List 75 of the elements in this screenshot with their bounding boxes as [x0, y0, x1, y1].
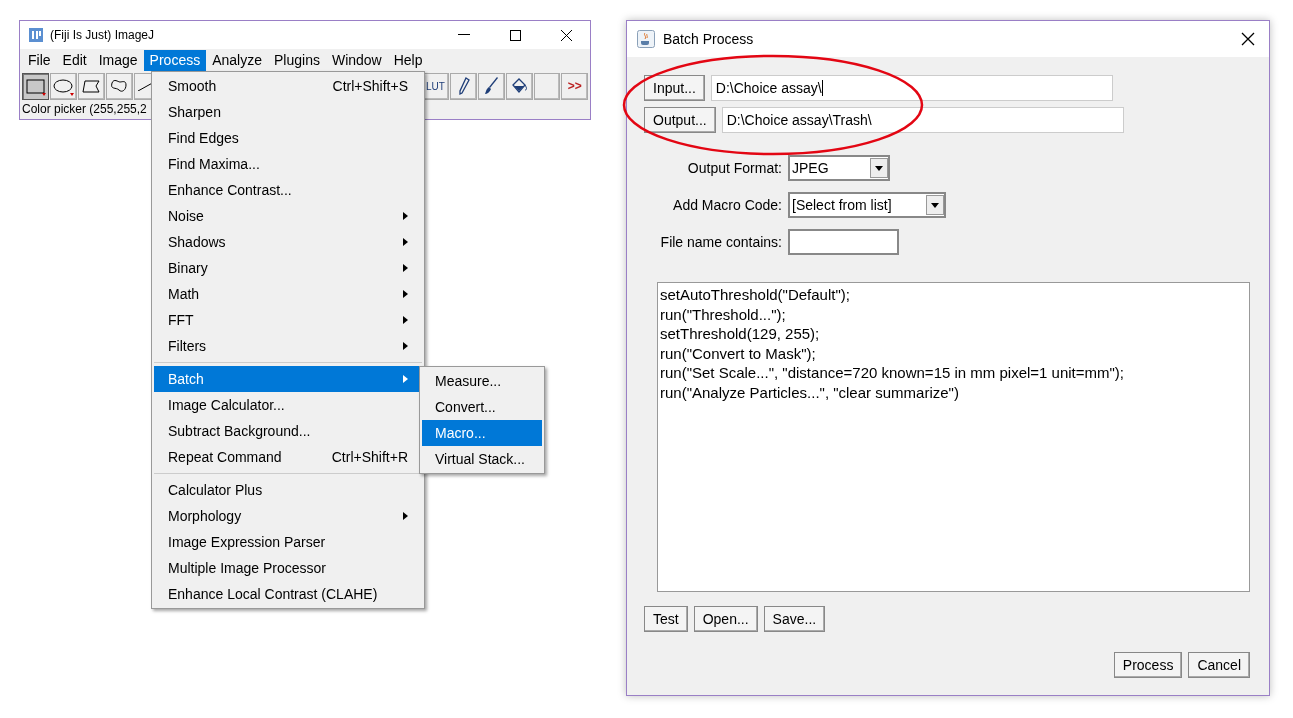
freehand-tool-button[interactable]	[106, 72, 133, 100]
menu-item[interactable]: Image Expression Parser	[154, 529, 422, 555]
submenu-arrow-icon	[403, 316, 408, 324]
menu-bar-item[interactable]: Edit	[56, 49, 93, 71]
output-path-field[interactable]: D:\Choice assay\Trash\	[721, 107, 1124, 133]
output-button[interactable]: Output...	[644, 107, 716, 133]
menu-item[interactable]: Smooth Ctrl+Shift+S	[154, 73, 422, 99]
close-icon[interactable]	[561, 29, 572, 41]
file-name-filter-label: File name contains:	[659, 232, 782, 252]
menu-item[interactable]: Macro...	[422, 420, 542, 446]
menu-item[interactable]: Filters	[154, 333, 422, 359]
minimize-icon[interactable]	[458, 34, 470, 36]
cancel-button[interactable]: Cancel	[1188, 652, 1250, 678]
menu-bar-item[interactable]: Analyze	[206, 49, 268, 71]
brush-tool-button[interactable]	[477, 72, 505, 100]
menu-item[interactable]: Enhance Contrast...	[154, 177, 422, 203]
close-icon[interactable]	[1241, 32, 1255, 46]
app-logo-icon	[28, 27, 44, 43]
submenu-arrow-icon	[403, 264, 408, 272]
menu-bar-item[interactable]: Plugins	[268, 49, 326, 71]
menu-bar-item[interactable]: File	[22, 49, 57, 71]
save-button[interactable]: Save...	[763, 606, 826, 632]
macro-code-label: Add Macro Code:	[672, 195, 782, 215]
input-path-field[interactable]: D:\Choice assay\	[710, 75, 1113, 101]
menu-item[interactable]: Repeat Command Ctrl+Shift+R	[154, 444, 422, 470]
menu-item[interactable]: Convert...	[422, 394, 542, 420]
menu-bar-item[interactable]: Image	[92, 49, 144, 71]
menu-item[interactable]: Find Edges	[154, 125, 422, 151]
macro-code-dropdown[interactable]: [Select from list]	[788, 192, 946, 218]
shortcut-text: Ctrl+Shift+S	[332, 76, 408, 96]
menu-item[interactable]: Calculator Plus	[154, 477, 422, 503]
menu-item[interactable]: Image Calculator...	[154, 392, 422, 418]
test-button[interactable]: Test	[644, 606, 688, 632]
menu-item[interactable]: Virtual Stack...	[422, 446, 542, 472]
submenu-arrow-icon	[403, 290, 408, 298]
rectangle-tool-button[interactable]	[22, 72, 49, 100]
shortcut-text: Ctrl+Shift+R	[331, 447, 408, 467]
menu-item[interactable]: FFT	[154, 307, 422, 333]
menu-bar-item[interactable]: Help	[387, 49, 429, 71]
status-text: Color picker (255,255,2	[21, 101, 148, 118]
maximize-icon[interactable]	[510, 29, 521, 41]
submenu-arrow-icon	[403, 238, 408, 246]
process-button[interactable]: Process	[1113, 652, 1183, 678]
input-button[interactable]: Input...	[644, 75, 705, 101]
menu-item[interactable]: Math	[154, 281, 422, 307]
output-format-dropdown[interactable]: JPEG	[788, 155, 890, 181]
submenu-arrow-icon	[403, 212, 408, 220]
more-tools-button[interactable]: >>	[561, 72, 588, 100]
submenu-arrow-icon	[403, 342, 408, 350]
window-title: (Fiji Is Just) ImageJ	[50, 27, 154, 44]
fill-tool-button[interactable]	[505, 72, 533, 100]
dialog-title: Batch Process	[663, 29, 754, 49]
menu-item[interactable]: Noise	[154, 203, 422, 229]
open-button[interactable]: Open...	[693, 606, 758, 632]
file-name-filter-field[interactable]	[788, 229, 899, 255]
menu-bar-item[interactable]: Window	[325, 49, 388, 71]
menu-item[interactable]: Shadows	[154, 229, 422, 255]
menu-item[interactable]: Morphology	[154, 503, 422, 529]
polygon-tool-button[interactable]	[78, 72, 105, 100]
output-format-label: Output Format:	[686, 158, 782, 178]
submenu-arrow-icon	[403, 512, 408, 520]
oval-tool-button[interactable]	[50, 72, 77, 100]
menu-item[interactable]: Subtract Background...	[154, 418, 422, 444]
menu-item[interactable]: Binary	[154, 255, 422, 281]
menu-item[interactable]: Find Maxima...	[154, 151, 422, 177]
menu-bar-item[interactable]: Process	[143, 49, 207, 71]
menu-item[interactable]: Enhance Local Contrast (CLAHE)	[154, 581, 422, 607]
coffee-cup-icon	[637, 30, 655, 48]
menu-item[interactable]: Measure...	[422, 368, 542, 394]
menu-item[interactable]: Sharpen	[154, 99, 422, 125]
menu-item[interactable]: Multiple Image Processor	[154, 555, 422, 581]
menu-item[interactable]: Batch	[154, 366, 422, 392]
macro-code-field[interactable]: setAutoThreshold("Default"); run("Threshold..."); setThreshold(129, 255); run("Convert to Mask"); run("Set Scale...", "distance=720 known=15 in mm pixel=1 unit=mm"); run("Analyze Particles...", "clear summarize")	[657, 282, 1250, 592]
pencil-tool-button[interactable]	[449, 72, 477, 100]
submenu-arrow-icon	[403, 375, 408, 383]
